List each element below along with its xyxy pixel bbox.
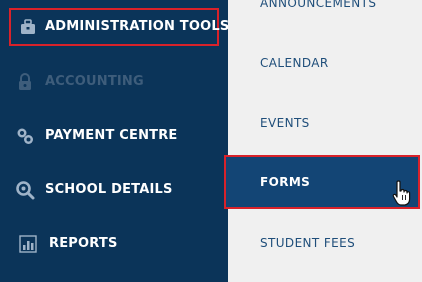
hand-pointer-cursor-icon (392, 180, 412, 208)
search-icon (13, 178, 37, 202)
lock-icon (13, 70, 37, 94)
sidebar-item-label: SCHOOL DETAILS (45, 182, 173, 197)
sidebar-item-reports[interactable]: REPORTS (0, 224, 228, 264)
sidebar-item-label: PAYMENT CENTRE (45, 128, 178, 143)
submenu-item-label: ANNOUNCEMENTS (260, 0, 377, 10)
sidebar: ADMINISTRATION TOOLS ACCOUNTING PAYMENT … (0, 0, 229, 282)
sidebar-item-payment-centre[interactable]: PAYMENT CENTRE (0, 116, 228, 156)
bar-chart-icon (16, 232, 40, 256)
sidebar-item-label: ADMINISTRATION TOOLS (45, 19, 230, 34)
coins-icon (13, 124, 37, 148)
submenu-item-events[interactable]: EVENTS (228, 100, 422, 146)
briefcase-icon (16, 15, 40, 39)
submenu-item-calendar[interactable]: CALENDAR (228, 40, 422, 86)
sidebar-item-label: REPORTS (49, 236, 118, 251)
submenu: ANNOUNCEMENTS CALENDAR EVENTS FORMS STUD… (224, 0, 422, 282)
sidebar-item-school-details[interactable]: SCHOOL DETAILS (0, 170, 228, 210)
submenu-item-student-fees[interactable]: STUDENT FEES (228, 220, 422, 266)
submenu-item-label: FORMS (260, 175, 311, 189)
submenu-item-label: STUDENT FEES (260, 236, 356, 250)
sidebar-item-label: ACCOUNTING (45, 74, 144, 89)
sidebar-item-administration-tools[interactable]: ADMINISTRATION TOOLS (9, 8, 229, 46)
submenu-item-announcements[interactable]: ANNOUNCEMENTS (228, 0, 422, 26)
submenu-item-label: EVENTS (260, 116, 310, 130)
sidebar-item-accounting: ACCOUNTING (0, 62, 228, 102)
submenu-item-forms[interactable]: FORMS (224, 155, 420, 209)
submenu-item-label: CALENDAR (260, 56, 329, 70)
